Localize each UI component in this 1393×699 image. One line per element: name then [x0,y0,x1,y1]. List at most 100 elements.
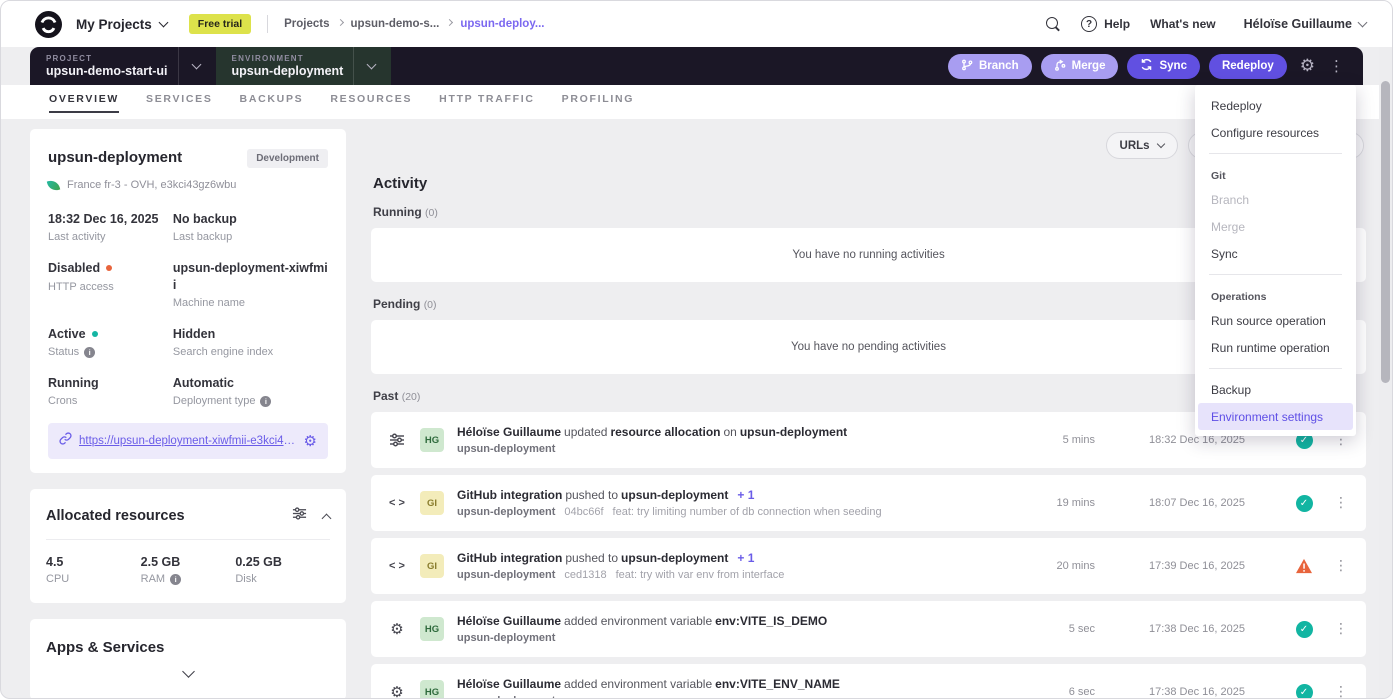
collapse-chevron-icon[interactable] [322,513,332,523]
sync-label: Sync [1159,60,1187,72]
project-value: upsun-demo-start-ui [46,64,168,78]
activity-text: Héloïse Guillaumeadded environment varia… [457,677,852,699]
environment-selector[interactable]: ENVIRONMENT upsun-deployment [216,47,392,85]
info-icon[interactable] [170,574,181,585]
settings-gear-icon[interactable]: ⚙ [1300,56,1315,76]
warning-triangle-icon [1295,558,1313,574]
menu-item-backup[interactable]: Backup [1195,376,1356,403]
status-dot-teal [92,331,98,337]
info-icon[interactable] [84,347,95,358]
tab-overview[interactable]: OVERVIEW [49,93,119,113]
menu-item-sync[interactable]: Sync [1195,240,1356,267]
activity-age: 5 mins [1031,434,1095,446]
divider [1209,368,1342,369]
merge-button[interactable]: Merge [1041,54,1119,79]
page-body: upsun-deployment Development France fr-3… [1,119,1392,699]
chevron-down-icon[interactable] [353,47,387,85]
breadcrumb-environment-name[interactable]: upsun-deploy... [460,18,544,30]
activity-row[interactable]: ⚙ HG Héloïse Guillaumeadded environment … [371,601,1366,657]
chevron-down-icon[interactable] [178,47,212,85]
redeploy-button[interactable]: Redeploy [1209,54,1287,79]
gear-icon: ⚙ [387,620,407,638]
region-label: France fr-3 - OVH, e3kci43gz6wbu [67,179,236,191]
environment-url-row: https://upsun-deployment-xiwfmii-e3kci43… [48,423,328,459]
gear-icon: ⚙ [387,683,407,699]
url-settings-gear-icon[interactable]: ⚙ [304,432,317,450]
environment-label: ENVIRONMENT [232,54,344,63]
menu-item-environment-settings[interactable]: Environment settings [1198,403,1353,430]
sync-button[interactable]: Sync [1127,54,1200,79]
activity-text: Héloïse Guillaumeadded environment varia… [457,614,839,644]
expand-chevron-icon[interactable] [182,665,195,678]
menu-item-configure-resources[interactable]: Configure resources [1195,119,1356,146]
activity-age: 20 mins [1031,560,1095,572]
activity-age: 5 sec [1031,623,1095,635]
apps-services-card: Apps & Services [30,619,346,699]
search-icon[interactable] [1046,17,1061,32]
resource-ram: 2.5 GB RAM [141,555,236,585]
scrollbar-track[interactable] [1379,47,1392,698]
activity-row[interactable]: GI GitHub integrationpushed toupsun-depl… [371,538,1366,594]
activity-text: Héloïse Guillaumeupdatedresource allocat… [457,425,853,455]
environment-value: upsun-deployment [232,64,344,78]
tab-backups[interactable]: BACKUPS [240,93,304,111]
activity-age: 6 sec [1031,686,1095,698]
menu-item-run-runtime-operation[interactable]: Run runtime operation [1195,334,1356,361]
branch-button[interactable]: Branch [948,54,1032,79]
project-label: PROJECT [46,54,168,63]
user-menu[interactable]: Héloïse Guillaume [1244,17,1366,31]
stat-last-activity: 18:32 Dec 16, 2025 Last activity [48,211,163,243]
upsun-logo-icon [35,11,62,38]
tab-profiling[interactable]: PROFILING [562,93,634,111]
avatar: GI [420,554,444,578]
menu-item-merge: Merge [1195,213,1356,240]
row-kebab-icon[interactable]: ⋮ [1330,684,1352,699]
scrollbar-thumb[interactable] [1381,81,1390,383]
free-trial-badge: Free trial [189,14,251,34]
context-bar: PROJECT upsun-demo-start-ui ENVIRONMENT … [30,47,1363,85]
breadcrumb: Projects upsun-demo-s... upsun-deploy... [284,18,544,30]
row-kebab-icon[interactable]: ⋮ [1330,558,1352,574]
stat-http-access: Disabled HTTP access [48,260,163,309]
tab-services[interactable]: SERVICES [146,93,213,111]
breadcrumb-project-name[interactable]: upsun-demo-s... [351,18,440,30]
tab-resources[interactable]: RESOURCES [330,93,412,111]
environment-url-link[interactable]: https://upsun-deployment-xiwfmii-e3kci43… [79,435,297,447]
app-window: My Projects Free trial Projects upsun-de… [0,0,1393,699]
more-actions-kebab-icon[interactable]: ⋮ [1324,57,1349,75]
menu-header-operations: Operations [1195,282,1356,307]
row-kebab-icon[interactable]: ⋮ [1330,621,1352,637]
success-check-icon: ✓ [1295,684,1313,699]
divider [267,15,268,33]
environment-actions: Branch Merge Sync Redeploy ⚙ ⋮ [948,47,1363,85]
breadcrumb-projects[interactable]: Projects [284,18,329,30]
stat-crons: Running Crons [48,375,163,407]
environment-type-badge: Development [247,149,328,168]
sliders-icon [387,432,407,448]
user-name: Héloïse Guillaume [1244,17,1352,31]
stat-status: Active Status [48,326,163,358]
menu-item-run-source-operation[interactable]: Run source operation [1195,307,1356,334]
activity-row[interactable]: ⚙ HG Héloïse Guillaumeadded environment … [371,664,1366,699]
my-projects-menu[interactable]: My Projects [76,17,167,32]
activity-row[interactable]: GI GitHub integrationpushed toupsun-depl… [371,475,1366,531]
activity-date: 17:38 Dec 16, 2025 [1121,623,1245,635]
breadcrumb-sep-icon [336,19,343,26]
activity-age: 19 mins [1031,497,1095,509]
activity-text: GitHub integrationpushed toupsun-deploym… [457,488,882,518]
sliders-icon[interactable] [292,506,307,526]
environment-stats: 18:32 Dec 16, 2025 Last activity No back… [48,211,328,407]
project-selector[interactable]: PROJECT upsun-demo-start-ui [30,47,216,85]
environment-title: upsun-deployment [48,149,182,166]
whats-new-button[interactable]: What's new [1150,17,1216,31]
row-kebab-icon[interactable]: ⋮ [1330,495,1352,511]
info-icon[interactable] [260,396,271,407]
stat-machine-name: upsun-deployment-xiwfmii Machine name [173,260,328,309]
urls-button[interactable]: URLs [1106,132,1178,159]
status-dot-orange [106,265,112,271]
activity-date: 18:07 Dec 16, 2025 [1121,497,1245,509]
menu-item-redeploy[interactable]: Redeploy [1195,92,1356,119]
tab-http-traffic[interactable]: HTTP TRAFFIC [439,93,534,111]
stat-last-backup: No backup Last backup [173,211,328,243]
help-button[interactable]: ? Help [1081,16,1130,32]
